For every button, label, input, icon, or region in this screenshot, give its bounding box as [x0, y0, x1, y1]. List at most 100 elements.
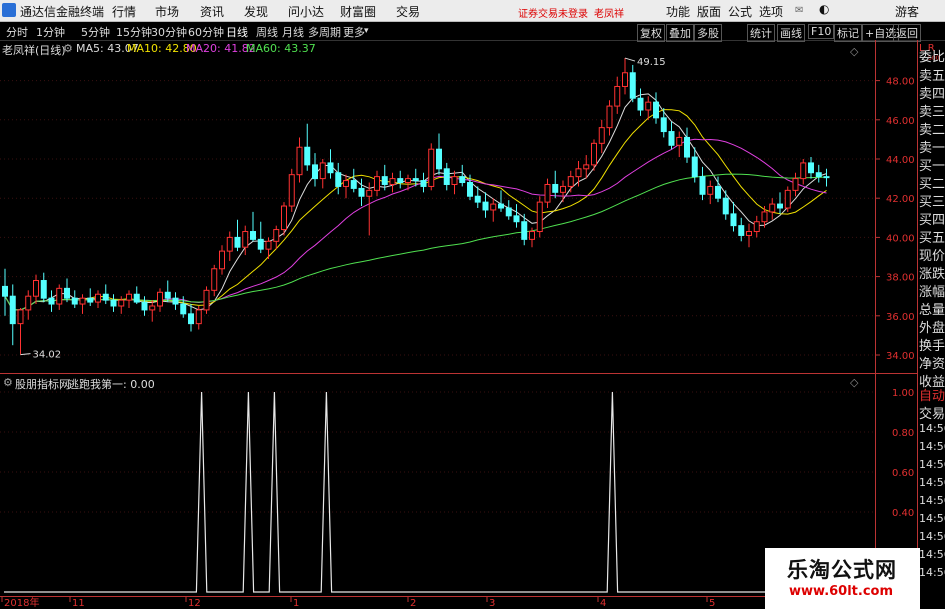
- candle-body: [397, 178, 404, 184]
- panel-bid2: 买二: [919, 177, 945, 192]
- candle-body: [195, 309, 202, 325]
- candle-body: [273, 229, 280, 242]
- candle-body: [575, 168, 582, 178]
- high-price-label: 49.15: [637, 57, 666, 68]
- panel-volume: 总量: [919, 303, 945, 318]
- watermark-url: www.60lt.com: [789, 584, 894, 599]
- price-axis-label: 34.00: [886, 351, 915, 362]
- candle-body: [552, 183, 559, 193]
- candle-body: [71, 297, 78, 305]
- candle-body: [95, 293, 101, 303]
- candle-body: [699, 176, 706, 195]
- panel-ask3: 卖三: [919, 105, 945, 120]
- candle-body: [784, 189, 791, 209]
- panel-price: 现价: [919, 249, 945, 264]
- panel-tick-time: 14:56: [919, 530, 945, 543]
- candle-body: [389, 178, 396, 185]
- candle-body: [211, 268, 218, 291]
- candle-body: [265, 240, 272, 250]
- candle-body: [33, 280, 39, 297]
- candle-body: [753, 221, 760, 233]
- candle-body: [164, 291, 171, 299]
- candle-body: [304, 146, 311, 166]
- candle-body: [482, 201, 489, 211]
- price-axis-label: 44.00: [886, 155, 915, 166]
- candle-body: [242, 231, 249, 248]
- candle-body: [598, 127, 605, 144]
- candle-body: [529, 231, 535, 240]
- candle-body: [707, 185, 714, 195]
- candle-body: [676, 136, 683, 146]
- candle-body: [126, 293, 132, 301]
- candle-body: [653, 101, 659, 119]
- candle-body: [288, 174, 295, 207]
- panel-change-pct: 涨幅: [919, 285, 945, 300]
- candle-body: [172, 297, 179, 305]
- site-watermark: 乐淘公式网 www.60lt.com: [765, 548, 920, 609]
- candle-body: [808, 162, 814, 174]
- candle-body: [157, 291, 163, 307]
- panel-ask4: 卖四: [919, 87, 945, 102]
- panel-auto[interactable]: 自动: [919, 385, 945, 404]
- candle-body: [691, 156, 698, 178]
- candle-body: [761, 211, 768, 223]
- panel-change: 涨跌: [919, 267, 945, 282]
- indicator-axis-label: 1.00: [892, 388, 914, 399]
- collapse-icon[interactable]: ◇: [850, 45, 859, 58]
- time-axis-label: 2018年: [4, 596, 39, 609]
- candle-body: [730, 213, 737, 227]
- candle-body: [738, 225, 745, 236]
- candle-body: [498, 203, 504, 209]
- candle-body: [343, 180, 349, 187]
- candle-body: [226, 236, 233, 252]
- panel-commission-ratio: 委比: [919, 50, 945, 65]
- candle-body: [645, 101, 652, 111]
- panel-bid3: 买三: [919, 195, 945, 210]
- ma5-line: [4, 93, 827, 311]
- watermark-title: 乐淘公式网: [787, 558, 897, 582]
- candle-body: [149, 305, 156, 311]
- panel-tick-time: 14:56: [919, 494, 945, 507]
- indicator-axis-label: 0.60: [892, 468, 914, 479]
- panel-outer-volume: 外盘: [919, 321, 945, 336]
- kline-chart[interactable]: ◇ ◇ L R 500 48.0046.0044.0042.0040.0038.…: [0, 0, 945, 609]
- candle-body: [505, 207, 512, 217]
- candle-body: [219, 250, 225, 270]
- panel-bid1: 买一: [919, 159, 945, 174]
- candle-body: [79, 297, 86, 305]
- candle-body: [459, 176, 466, 184]
- candle-body: [420, 180, 427, 187]
- candle-body: [374, 176, 380, 191]
- candle-body: [118, 299, 125, 307]
- price-axis-label: 42.00: [886, 194, 915, 205]
- candle-body: [203, 289, 210, 311]
- panel-bid4: 买四: [919, 213, 945, 228]
- candle-body: [560, 185, 566, 193]
- time-axis-label: 12: [188, 598, 201, 609]
- candle-body: [544, 183, 551, 203]
- candle-body: [451, 176, 458, 185]
- candle-body: [2, 285, 8, 297]
- panel-tick-time: 14:56: [919, 548, 945, 561]
- candle-body: [606, 105, 613, 129]
- candle-body: [792, 178, 799, 191]
- candle-body: [412, 178, 419, 182]
- time-axis-label: 1: [293, 598, 299, 609]
- candle-body: [381, 176, 388, 185]
- candle-body: [467, 182, 473, 197]
- candle-body: [350, 180, 357, 189]
- panel-turnover: 换手: [919, 339, 945, 354]
- candle-body: [102, 293, 109, 301]
- candle-body: [637, 97, 644, 111]
- candle-body: [64, 287, 70, 299]
- candle-body: [521, 221, 528, 240]
- candle-body: [312, 164, 318, 180]
- price-axis-label: 48.00: [886, 77, 915, 88]
- candle-body: [715, 185, 721, 199]
- high-marker-line: [624, 57, 636, 62]
- low-marker-line: [20, 353, 31, 356]
- price-axis-label: 38.00: [886, 273, 915, 284]
- collapse-sub-icon[interactable]: ◇: [850, 376, 859, 389]
- candle-body: [513, 215, 520, 223]
- candle-body: [87, 297, 94, 303]
